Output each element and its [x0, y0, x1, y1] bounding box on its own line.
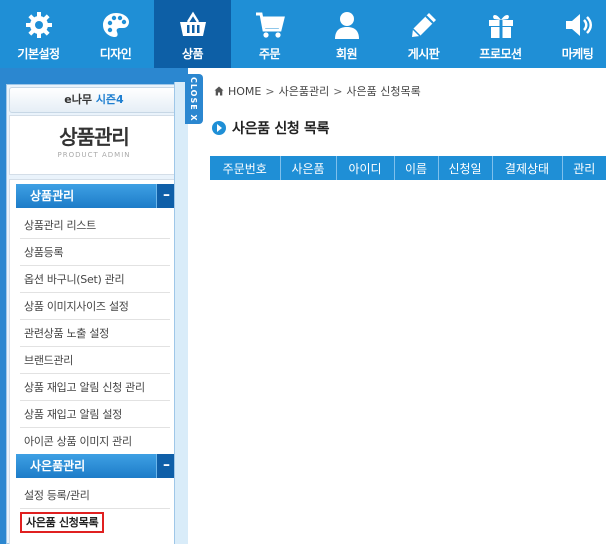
home-icon — [214, 86, 224, 96]
top-nav: 기본설정 디자인 상품 주문 회원 게시판 프로모션 마케팅 — [0, 0, 606, 68]
nav-label: 게시판 — [407, 47, 440, 61]
nav-item-members[interactable]: 회원 — [308, 0, 385, 68]
nav-item-design[interactable]: 디자인 — [77, 0, 154, 68]
nav-label: 프로모션 — [479, 47, 522, 61]
section-list-gifts: 설정 등록/관리 사은품 신청목록 — [20, 482, 170, 536]
close-label: CLOSE X — [189, 77, 198, 122]
nav-item-settings[interactable]: 기본설정 — [0, 0, 77, 68]
sidebar-item-restock-requests[interactable]: 상품 재입고 알림 신청 관리 — [20, 374, 170, 401]
column-name: 이름 — [394, 156, 439, 180]
nav-label: 회원 — [335, 47, 358, 61]
sidebar-item-option-basket[interactable]: 옵션 바구니(Set) 관리 — [20, 266, 170, 293]
nav-item-board[interactable]: 게시판 — [385, 0, 462, 68]
basket-icon — [179, 11, 206, 36]
column-manage: 관리 — [562, 156, 606, 180]
brand-highlight: 시즌4 — [95, 93, 124, 106]
sidebar-item-product-list[interactable]: 상품관리 리스트 — [20, 212, 170, 239]
column-user-id: 아이디 — [336, 156, 395, 180]
sidebar-inner: e나무 시즌4 상품관리 PRODUCT ADMIN 상품관리 – 상품관리 리… — [6, 84, 182, 544]
section-header-gifts[interactable]: 사은품관리 – — [16, 454, 176, 478]
speaker-icon — [565, 14, 592, 36]
brand-label: e나무 시즌4 — [9, 87, 179, 113]
sidebar-close-button[interactable]: CLOSE X — [185, 74, 203, 124]
nav-label: 상품 — [181, 47, 204, 61]
collapse-toggle[interactable]: – — [156, 184, 176, 208]
nav-label: 마케팅 — [561, 47, 594, 61]
palette-icon — [102, 13, 129, 37]
breadcrumb-separator: > — [333, 84, 343, 98]
nav-item-orders[interactable]: 주문 — [231, 0, 308, 68]
left-sidebar: e나무 시즌4 상품관리 PRODUCT ADMIN 상품관리 – 상품관리 리… — [0, 68, 188, 544]
page-title: 사은품 신청 목록 — [232, 121, 330, 137]
column-payment-status: 결제상태 — [492, 156, 563, 180]
breadcrumb: HOME > 사은품관리 > 사은품 신청목록 — [214, 84, 421, 98]
sidebar-title: 상품관리 — [59, 125, 130, 149]
cart-icon — [255, 12, 285, 38]
nav-item-marketing[interactable]: 마케팅 — [539, 0, 606, 68]
breadcrumb-home[interactable]: HOME — [228, 85, 261, 98]
column-order-no: 주문번호 — [210, 156, 281, 180]
sidebar-item-gift-settings[interactable]: 설정 등록/관리 — [20, 482, 170, 509]
sidebar-item-related-products[interactable]: 관련상품 노출 설정 — [20, 320, 170, 347]
sidebar-menu: 상품관리 – 상품관리 리스트 상품등록 옵션 바구니(Set) 관리 상품 이… — [9, 179, 179, 544]
sidebar-item-restock-settings[interactable]: 상품 재입고 알림 설정 — [20, 401, 170, 428]
sidebar-subtitle: PRODUCT ADMIN — [57, 151, 131, 159]
sidebar-item-brand[interactable]: 브랜드관리 — [20, 347, 170, 374]
column-request-date: 신청일 — [438, 156, 493, 180]
nav-item-products[interactable]: 상품 — [154, 0, 231, 68]
sidebar-edge — [174, 82, 188, 544]
nav-label: 기본설정 — [17, 47, 60, 61]
gear-icon — [25, 12, 52, 38]
sidebar-item-product-register[interactable]: 상품등록 — [20, 239, 170, 266]
person-icon — [334, 12, 359, 39]
breadcrumb-level1[interactable]: 사은품관리 — [279, 83, 330, 99]
table-header-row: 주문번호 사은품 아이디 이름 신청일 결제상태 관리 — [210, 156, 606, 180]
gift-icon — [488, 14, 513, 38]
nav-label: 주문 — [258, 47, 281, 61]
section-title: 사은품관리 — [30, 459, 86, 473]
breadcrumb-separator: > — [265, 84, 275, 98]
page-title-row: 사은품 신청 목록 — [212, 118, 330, 138]
sidebar-item-gift-requests[interactable]: 사은품 신청목록 — [20, 509, 170, 536]
sidebar-title-box: 상품관리 PRODUCT ADMIN — [9, 115, 179, 175]
breadcrumb-current: 사은품 신청목록 — [346, 85, 421, 98]
arrow-bullet-icon — [212, 121, 226, 135]
sidebar-item-image-size[interactable]: 상품 이미지사이즈 설정 — [20, 293, 170, 320]
nav-label: 디자인 — [99, 47, 132, 61]
brand-prefix: e나무 — [64, 93, 92, 106]
section-header-products[interactable]: 상품관리 – — [16, 184, 176, 208]
section-list-products: 상품관리 리스트 상품등록 옵션 바구니(Set) 관리 상품 이미지사이즈 설… — [20, 212, 170, 455]
nav-item-promotion[interactable]: 프로모션 — [462, 0, 539, 68]
collapse-toggle[interactable]: – — [156, 454, 176, 478]
gift-request-table: 주문번호 사은품 아이디 이름 신청일 결제상태 관리 — [210, 156, 606, 180]
section-title: 상품관리 — [30, 189, 75, 203]
column-gift: 사은품 — [280, 156, 337, 180]
pencil-icon — [411, 13, 436, 37]
sidebar-item-icon-images[interactable]: 아이콘 상품 이미지 관리 — [20, 428, 170, 455]
